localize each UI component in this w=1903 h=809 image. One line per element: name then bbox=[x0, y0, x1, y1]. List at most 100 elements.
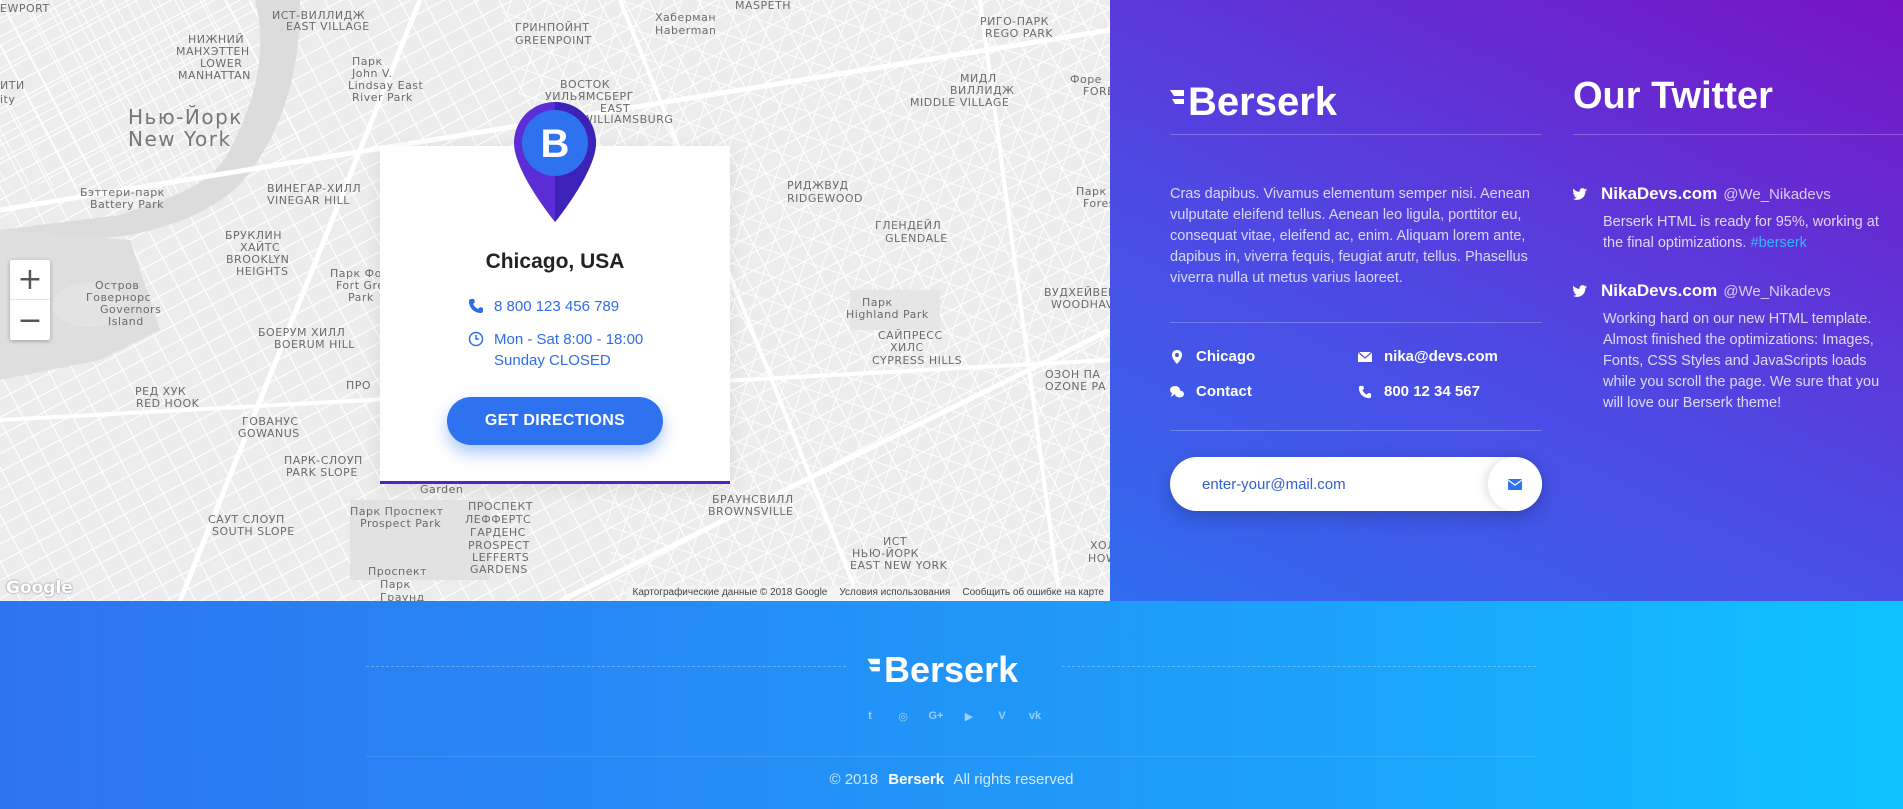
map-place-label: BOERUM HILL bbox=[274, 338, 355, 351]
map-place-label: Prospect Park bbox=[360, 517, 442, 530]
copyright-brand[interactable]: Berserk bbox=[888, 771, 944, 788]
tweet-2-author[interactable]: NikaDevs.com bbox=[1601, 281, 1717, 301]
panel-description: Cras dapibus. Vivamus elementum semper n… bbox=[1170, 186, 1531, 286]
terms-link[interactable]: Условия использования bbox=[839, 587, 950, 600]
contact-email-label: nika@devs.com bbox=[1384, 348, 1498, 365]
tweet-1-text: Berserk HTML is ready for 95%, working a… bbox=[1603, 214, 1879, 251]
twitter-icon[interactable]: t bbox=[862, 708, 878, 724]
map-place-label: RED HOOK bbox=[136, 397, 200, 410]
card-hours-sunday: Sunday CLOSED bbox=[494, 352, 611, 369]
vimeo-icon[interactable]: V bbox=[994, 708, 1010, 724]
copyright-year: © 2018 bbox=[829, 771, 879, 788]
footer: Berserk t ◎ G+ ▶ Vvk © 2018 Berserk All righ… bbox=[0, 601, 1903, 809]
map-place-label: New York bbox=[128, 127, 232, 151]
map-place-label: ХИЛС bbox=[890, 341, 924, 354]
report-error-link[interactable]: Сообщить об ошибке на карте bbox=[962, 587, 1104, 600]
map-place-label: EAST NEW YORK bbox=[850, 559, 948, 572]
map-place-label: ГРИНПОЙНТ bbox=[515, 21, 590, 34]
zoom-out-button[interactable]: − bbox=[10, 300, 50, 340]
phone-icon bbox=[1358, 385, 1372, 398]
map-place-label: WOODHAVEN bbox=[1051, 298, 1110, 311]
map-place-label: EAST VILLAGE bbox=[286, 20, 370, 33]
youtube-icon[interactable]: ▶ bbox=[961, 708, 977, 724]
panel-divider-1 bbox=[1170, 134, 1542, 135]
contact-city[interactable]: Chicago bbox=[1170, 348, 1255, 365]
map-place-label: Island bbox=[108, 315, 144, 328]
map-place-label: ПРОСПЕКТ bbox=[468, 500, 533, 513]
map-place-label: MANHATTAN bbox=[178, 69, 251, 82]
google-plus-icon[interactable]: G+ bbox=[928, 708, 944, 724]
instagram-icon[interactable]: ◎ bbox=[895, 708, 911, 724]
contact-city-label: Chicago bbox=[1196, 348, 1256, 365]
card-phone-row: 8 800 123 456 789 bbox=[468, 296, 619, 317]
brand-wing-icon bbox=[1170, 89, 1184, 104]
map-place-label: OZONE PA bbox=[1045, 380, 1106, 393]
map-place-label: MASPETH bbox=[735, 0, 792, 12]
page: EWPORT ИСТ-ВИЛЛИДЖ EAST VILLAGE ГРИНПОЙНТ GR… bbox=[0, 0, 1903, 809]
info-panel: Berserk Cras dapibus. Vivamus elementum … bbox=[1110, 0, 1903, 601]
map-place-label: Нью-Йорк bbox=[128, 105, 243, 129]
tweet-1: NikaDevs.com @We_Nikadevs Berserk HTML i… bbox=[1573, 184, 1903, 254]
map-place-label: Battery Park bbox=[90, 198, 164, 211]
twitter-bird-icon bbox=[1573, 188, 1587, 200]
map-place-label: HOW bbox=[1088, 552, 1110, 565]
footer-divider bbox=[366, 756, 1536, 757]
map-place-label: ГАРДЕНС bbox=[470, 526, 526, 539]
get-directions-button[interactable]: GET DIRECTIONS bbox=[447, 397, 663, 445]
subscribe-form bbox=[1170, 457, 1542, 511]
map-zoom-control: + − bbox=[10, 260, 50, 340]
map-place-label: ПРО bbox=[346, 379, 372, 392]
footer-brand-name: Berserk bbox=[884, 649, 1019, 690]
subscribe-email-input[interactable] bbox=[1202, 457, 1462, 511]
panel-divider-3 bbox=[1170, 430, 1542, 431]
envelope-icon bbox=[1508, 478, 1522, 490]
map-place-label: HEIGHTS bbox=[236, 265, 289, 278]
map-place-label: River Park bbox=[352, 91, 413, 104]
map-pin-icon[interactable]: B bbox=[512, 100, 598, 224]
twitter-title: Our Twitter bbox=[1573, 75, 1773, 117]
map-place-label: Fores bbox=[1083, 197, 1110, 210]
map-place-label: ИТИ bbox=[0, 79, 25, 92]
pin-letter: B bbox=[541, 122, 570, 166]
twitter-divider bbox=[1573, 134, 1903, 135]
card-hours-row: Mon - Sat 8:00 - 18:00 Sunday CLOSED bbox=[468, 329, 643, 371]
tweet-1-author[interactable]: NikaDevs.com bbox=[1601, 184, 1717, 204]
map-place-label: VINEGAR HILL bbox=[267, 194, 350, 207]
map-place-label: ХОЛ bbox=[1090, 539, 1110, 552]
map-place-label: ГЛЕНДЕЙЛ bbox=[875, 219, 942, 232]
map-place-label: FORE bbox=[1083, 85, 1110, 98]
map-place-label: RIDGEWOOD bbox=[787, 192, 863, 205]
clock-icon bbox=[468, 331, 484, 347]
contact-phone[interactable]: 800 12 34 567 bbox=[1358, 383, 1480, 400]
map[interactable]: EWPORT ИСТ-ВИЛЛИДЖ EAST VILLAGE ГРИНПОЙНТ GR… bbox=[0, 0, 1110, 601]
card-phone[interactable]: 8 800 123 456 789 bbox=[494, 296, 619, 317]
map-place-label: РИДЖВУД bbox=[787, 179, 849, 192]
panel-brand-logo[interactable]: Berserk bbox=[1170, 80, 1337, 125]
map-place-label: Garden bbox=[420, 483, 464, 496]
tweet-1-hashtag[interactable]: #berserk bbox=[1751, 235, 1807, 251]
contact-phone-label: 800 12 34 567 bbox=[1384, 383, 1480, 400]
map-place-label: SOUTH SLOPE bbox=[212, 525, 295, 538]
map-place-label: GOWANUS bbox=[238, 427, 300, 440]
map-place-label: ЛЕФФЕРТС bbox=[465, 513, 532, 526]
footer-brand-logo[interactable]: Berserk bbox=[867, 649, 1018, 691]
map-data-credit: Картографические данные © 2018 Google bbox=[632, 587, 828, 598]
contact-email[interactable]: nika@devs.com bbox=[1358, 348, 1498, 365]
chat-icon bbox=[1170, 385, 1184, 397]
zoom-in-button[interactable]: + bbox=[10, 260, 50, 300]
card-hours-weekdays: Mon - Sat 8:00 - 18:00 bbox=[494, 331, 644, 348]
panel-brand-name: Berserk bbox=[1188, 80, 1338, 124]
copyright-rest: All rights reserved bbox=[953, 771, 1074, 788]
phone-icon bbox=[469, 299, 483, 313]
contact-link[interactable]: Contact bbox=[1170, 383, 1252, 400]
tweet-1-handle[interactable]: @We_Nikadevs bbox=[1723, 186, 1831, 203]
map-place-label: ity bbox=[0, 93, 16, 106]
subscribe-send-button[interactable] bbox=[1488, 457, 1542, 511]
map-place-label: GLENDALE bbox=[885, 232, 948, 245]
social-links: t ◎ G+ ▶ Vvk bbox=[862, 708, 1043, 724]
map-place-label: Проспект bbox=[368, 565, 428, 578]
map-place-label: Haberman bbox=[655, 24, 717, 37]
tweet-2-handle[interactable]: @We_Nikadevs bbox=[1723, 283, 1831, 300]
map-place-label: PARK SLOPE bbox=[286, 466, 358, 479]
vk-icon[interactable]: vk bbox=[1027, 708, 1043, 724]
